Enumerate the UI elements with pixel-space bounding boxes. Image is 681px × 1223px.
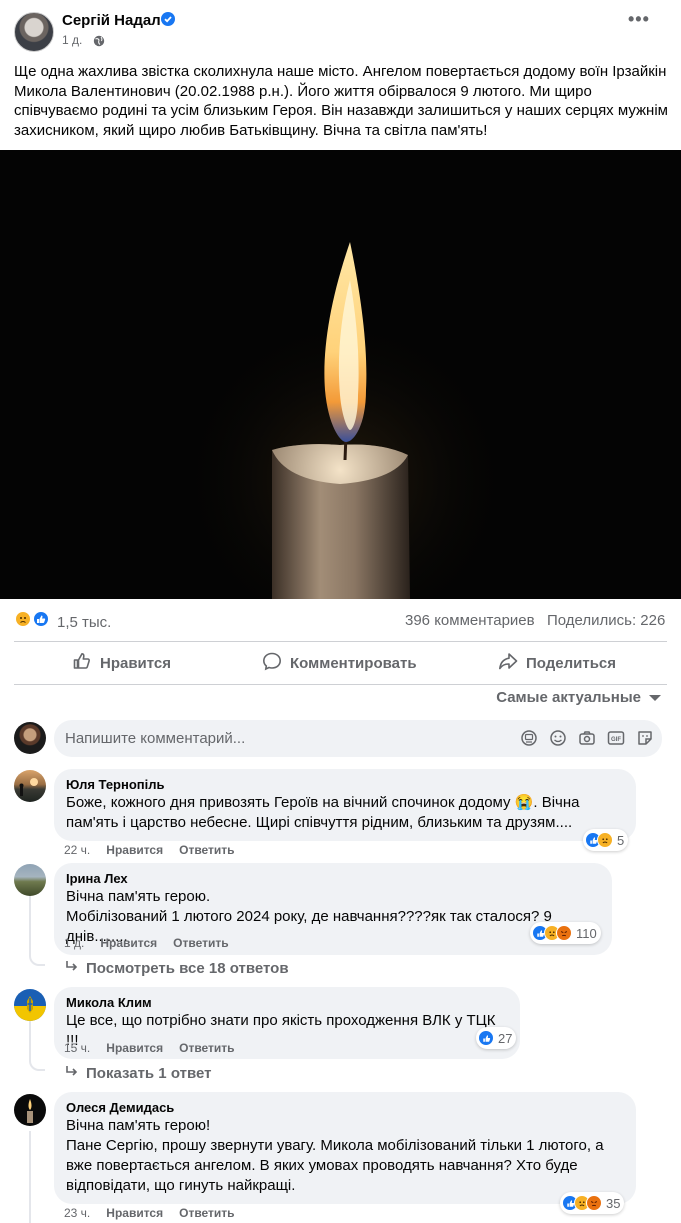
divider xyxy=(14,641,667,642)
share-label: Поделиться xyxy=(526,654,617,672)
comment-text-line: відповідати, що гинуть найкращі. xyxy=(66,1177,296,1194)
thread-connector xyxy=(29,1057,45,1071)
reply-arrow-icon xyxy=(64,958,80,978)
view-replies-link[interactable]: Показать 1 ответ xyxy=(64,1063,211,1083)
comment-time[interactable]: 15 ч. xyxy=(64,1041,90,1055)
comment-reply-button[interactable]: Ответить xyxy=(179,1041,234,1055)
like-button[interactable]: Нравится xyxy=(72,646,171,680)
post-text: Ще одна жахлива звістка сколихнула наше … xyxy=(14,63,668,139)
comment-input-placeholder: Напишите комментарий... xyxy=(65,730,246,747)
share-count[interactable]: Поделились: 226 xyxy=(547,612,665,629)
comment-label: Комментировать xyxy=(290,654,417,672)
commenter-avatar[interactable] xyxy=(14,1094,46,1126)
comment-sort-dropdown[interactable]: Самые актуальные xyxy=(496,689,661,706)
comment-actions: 23 ч. Нравится Ответить xyxy=(64,1206,235,1220)
sad-reaction-icon xyxy=(14,610,32,628)
comment-reaction-count: 27 xyxy=(498,1030,513,1046)
comment-actions: 22 ч. Нравится Ответить xyxy=(64,843,235,857)
candle-image xyxy=(0,150,681,599)
comment-reply-button[interactable]: Ответить xyxy=(179,1206,234,1220)
angry-reaction-icon xyxy=(556,925,572,941)
comment-reactions[interactable]: 35 xyxy=(560,1192,625,1214)
comment-bubble: Олеся Демидась Вічна пам'ять герою! Пане… xyxy=(54,1092,636,1204)
comment-text-line: Вічна пам'ять герою! xyxy=(66,1117,211,1134)
commenter-avatar[interactable] xyxy=(14,989,46,1021)
post-time[interactable]: 1 д. xyxy=(62,33,82,47)
comment-time[interactable]: 1 д. xyxy=(64,936,84,950)
comment-reply-button[interactable]: Ответить xyxy=(173,936,228,950)
caret-down-icon xyxy=(649,694,661,701)
sad-reaction-icon xyxy=(597,832,613,848)
like-reaction-icon xyxy=(32,610,50,628)
current-user-avatar[interactable] xyxy=(14,722,46,754)
commenter-name[interactable]: Микола Клим xyxy=(66,995,508,1011)
comment-text-line: вже повертається ангелом. В яких умовах … xyxy=(66,1157,578,1174)
thread-line xyxy=(29,1021,31,1061)
comment-like-button[interactable]: Нравится xyxy=(100,936,157,950)
author-avatar[interactable] xyxy=(14,12,54,52)
commenter-name[interactable]: Ірина Лех xyxy=(66,871,600,887)
comment-reaction-count: 35 xyxy=(606,1195,621,1211)
comment-bubble-icon xyxy=(262,651,282,675)
comment-input[interactable]: Напишите комментарий... GIF xyxy=(54,720,662,757)
thread-connector xyxy=(29,952,45,966)
share-arrow-icon xyxy=(498,651,518,675)
share-button[interactable]: Поделиться xyxy=(498,646,616,680)
sort-label: Самые актуальные xyxy=(496,689,641,706)
more-options-button[interactable]: ••• xyxy=(628,10,658,32)
comment-reply-button[interactable]: Ответить xyxy=(179,843,234,857)
post-photo[interactable] xyxy=(0,150,681,599)
angry-reaction-icon xyxy=(586,1195,602,1211)
comment-actions: 15 ч. Нравится Ответить xyxy=(64,1041,235,1055)
thread-line xyxy=(29,1131,31,1223)
commenter-name[interactable]: Юля Тернопіль xyxy=(66,777,624,793)
comment-reactions[interactable]: 27 xyxy=(476,1027,517,1049)
reaction-count[interactable]: 1,5 тыс. xyxy=(57,614,111,631)
comment-like-button[interactable]: Нравится xyxy=(106,843,163,857)
comment-time[interactable]: 22 ч. xyxy=(64,843,90,857)
comment-reaction-count: 110 xyxy=(576,925,597,941)
reply-arrow-icon xyxy=(64,1063,80,1083)
comment-text-line: Боже, кожного дня привозять Героїв на ві… xyxy=(66,794,580,811)
commenter-avatar[interactable] xyxy=(14,770,46,802)
like-reaction-icon xyxy=(478,1030,494,1046)
emoji-icon[interactable] xyxy=(549,729,567,747)
comment-text-line: Пане Сергію, прошу звернути увагу. Микол… xyxy=(66,1137,604,1154)
camera-icon[interactable] xyxy=(578,729,596,747)
commenter-name[interactable]: Олеся Демидась xyxy=(66,1100,624,1116)
avatar-sticker-icon[interactable] xyxy=(520,729,538,747)
divider xyxy=(14,684,667,685)
comment-actions: 1 д. Нравится Ответить xyxy=(64,936,229,950)
like-label: Нравится xyxy=(100,654,172,672)
comment-text-line: Вічна пам'ять герою. xyxy=(66,888,211,905)
gif-icon[interactable]: GIF xyxy=(607,729,625,747)
comment-like-button[interactable]: Нравится xyxy=(106,1206,163,1220)
verified-badge-icon xyxy=(161,12,175,26)
view-replies-label: Показать 1 ответ xyxy=(86,1064,212,1082)
comment-reaction-count: 5 xyxy=(617,832,625,848)
composer-icons: GIF xyxy=(520,729,654,747)
comment-reactions[interactable]: 110 xyxy=(530,922,601,944)
commenter-avatar[interactable] xyxy=(14,864,46,896)
svg-text:GIF: GIF xyxy=(611,737,621,743)
comment-button[interactable]: Комментировать xyxy=(262,646,417,680)
comment-like-button[interactable]: Нравится xyxy=(106,1041,163,1055)
comment-bubble: Юля Тернопіль Боже, кожного дня привозят… xyxy=(54,769,636,841)
thumbs-up-icon xyxy=(72,651,92,675)
comment-text-line: пам'ять і царство небесне. Щирі співчутт… xyxy=(66,814,573,831)
view-replies-link[interactable]: Посмотреть все 18 ответов xyxy=(64,958,289,978)
post-header: Сергій Надал 1 д. ••• xyxy=(0,0,681,58)
author-name[interactable]: Сергій Надал xyxy=(62,12,161,29)
comment-reactions[interactable]: 5 xyxy=(583,829,629,851)
comment-count[interactable]: 396 комментариев xyxy=(405,612,535,629)
comment-time[interactable]: 23 ч. xyxy=(64,1206,90,1220)
view-replies-label: Посмотреть все 18 ответов xyxy=(86,959,289,977)
thread-line xyxy=(29,896,31,956)
globe-icon xyxy=(93,34,105,47)
sticker-icon[interactable] xyxy=(636,729,654,747)
